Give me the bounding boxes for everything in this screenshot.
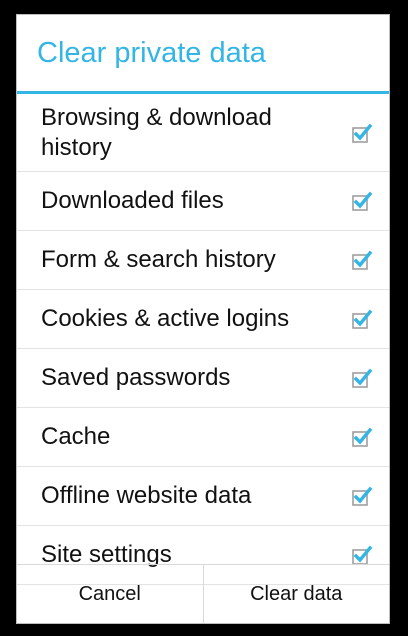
option-cookies-active-logins[interactable]: Cookies & active logins [17,290,389,349]
option-form-search-history[interactable]: Form & search history [17,231,389,290]
checkbox-checked-icon[interactable] [351,190,373,212]
option-browsing-download-history[interactable]: Browsing & download history [17,94,389,172]
option-label: Offline website data [41,482,252,509]
checkbox-checked-icon[interactable] [351,249,373,271]
option-label: Saved passwords [41,364,231,391]
checkbox-checked-icon[interactable] [351,426,373,448]
checkbox-checked-icon[interactable] [351,308,373,330]
option-label: Cookies & active logins [41,305,290,332]
option-label: Form & search history [41,246,276,273]
option-downloaded-files[interactable]: Downloaded files [17,172,389,231]
option-cache[interactable]: Cache [17,408,389,467]
dialog-title: Clear private data [37,36,266,69]
checkbox-checked-icon[interactable] [351,544,373,566]
option-label: Browsing & download history [41,103,272,161]
option-label: Cache [41,423,111,450]
option-offline-website-data[interactable]: Offline website data [17,467,389,526]
checkbox-checked-icon[interactable] [351,122,373,144]
checkbox-checked-icon[interactable] [351,367,373,389]
checkbox-checked-icon[interactable] [351,485,373,507]
options-list: Browsing & download history Downloaded f… [17,94,389,585]
clear-data-button[interactable]: Clear data [202,565,390,623]
option-saved-passwords[interactable]: Saved passwords [17,349,389,408]
clear-private-data-dialog: Clear private data Browsing & download h… [16,14,390,624]
option-label: Downloaded files [41,187,224,214]
cancel-button[interactable]: Cancel [17,565,203,623]
dialog-button-bar: Cancel Clear data [17,564,389,623]
